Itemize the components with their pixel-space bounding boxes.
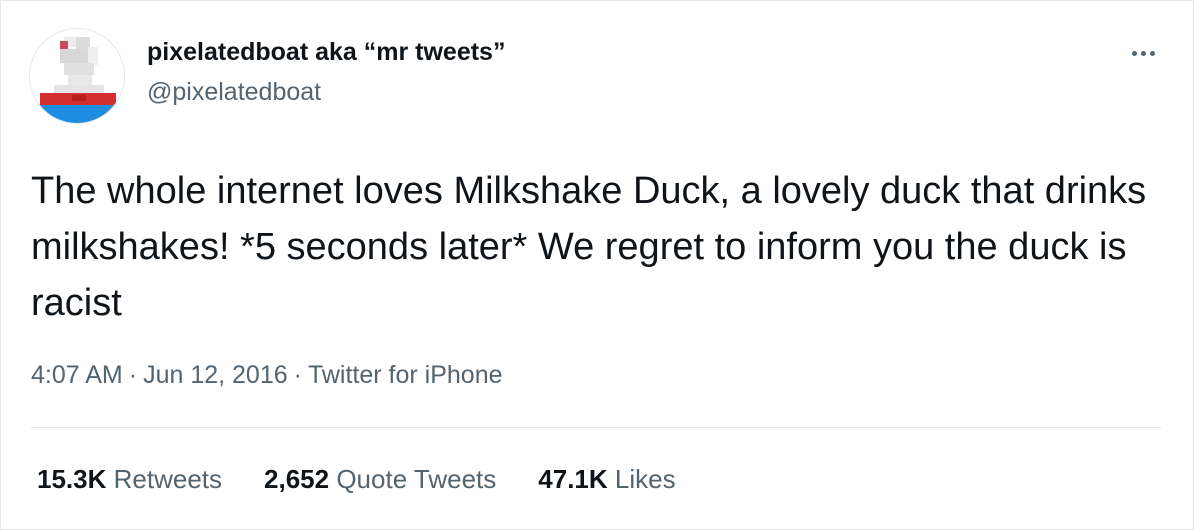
avatar[interactable] xyxy=(29,28,125,124)
likes-label: Likes xyxy=(614,464,676,494)
more-options-button[interactable] xyxy=(1125,45,1161,61)
tweet-card: pixelatedboat aka “mr tweets” @pixelated… xyxy=(0,0,1194,530)
likes-stat[interactable]: 47.1K Likes xyxy=(538,464,675,495)
tweet-source-link[interactable]: Twitter for iPhone xyxy=(308,361,503,389)
display-name[interactable]: pixelatedboat aka “mr tweets” xyxy=(147,38,505,67)
meta-separator: · xyxy=(128,361,138,389)
likes-count: 47.1K xyxy=(538,464,608,494)
quote-tweets-stat[interactable]: 2,652 Quote Tweets xyxy=(264,464,496,495)
tweet-text: The whole internet loves Milkshake Duck,… xyxy=(31,170,1147,324)
quote-tweets-label: Quote Tweets xyxy=(336,464,497,494)
more-horizontal-icon xyxy=(1131,50,1137,56)
tweet-date: Jun 12, 2016 xyxy=(143,361,288,389)
divider xyxy=(31,427,1161,428)
avatar-pixel-art xyxy=(30,29,124,123)
more-horizontal-icon-dot xyxy=(1149,50,1155,56)
meta-separator: · xyxy=(293,361,302,389)
user-handle[interactable]: @pixelatedboat xyxy=(147,78,321,107)
more-horizontal-icon-dot xyxy=(1140,50,1146,56)
quote-tweets-count: 2,652 xyxy=(264,464,330,494)
retweets-label: Retweets xyxy=(113,464,223,494)
retweets-stat[interactable]: 15.3K Retweets xyxy=(37,464,222,495)
tweet-timestamp-link[interactable]: 4:07 AM · Jun 12, 2016 xyxy=(31,361,288,389)
retweets-count: 15.3K xyxy=(37,464,107,494)
tweet-stats: 15.3K Retweets 2,652 Quote Tweets 47.1K … xyxy=(37,464,676,495)
tweet-metadata: 4:07 AM · Jun 12, 2016 · Twitter for iPhone xyxy=(31,361,503,390)
tweet-time: 4:07 AM xyxy=(31,361,123,389)
